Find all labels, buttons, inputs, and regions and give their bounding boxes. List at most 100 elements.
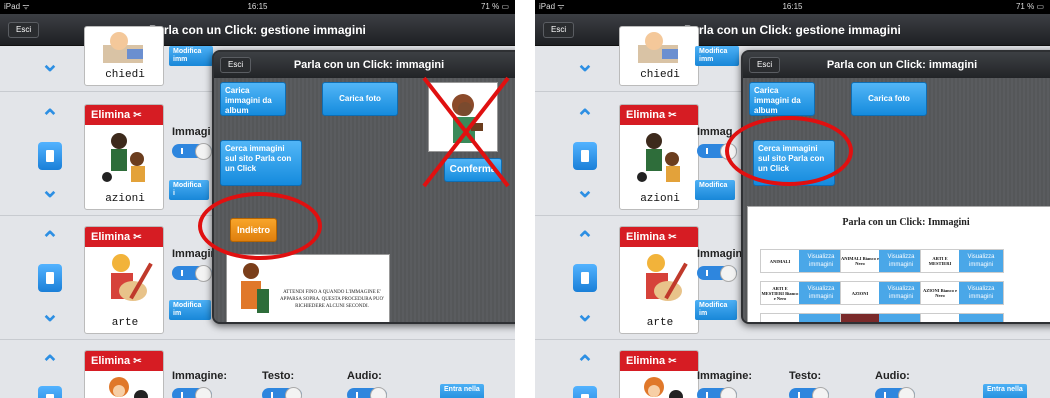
edit-image-button[interactable]: Modifica bbox=[695, 180, 735, 200]
category-tile[interactable] bbox=[760, 313, 844, 322]
category-tile[interactable]: ANIMALI Visualizza immagini bbox=[760, 249, 844, 273]
popover-header: Esci Parla con un Click: immagini bbox=[743, 52, 1050, 78]
category-tile[interactable]: BAMBINI E F bbox=[840, 313, 924, 322]
notice-text: ATTENDI FINO A QUANDO L'IMMAGINE E' APPA… bbox=[279, 290, 385, 309]
audio-label: Audio: bbox=[875, 370, 910, 382]
scissors-icon: ✂ bbox=[668, 356, 677, 367]
view-images-button[interactable] bbox=[799, 314, 843, 322]
delete-label: Elimina bbox=[626, 109, 666, 121]
category-tile[interactable]: ARTI E MESTIERI Visualizza immagini bbox=[920, 249, 1004, 273]
copy-icon[interactable] bbox=[38, 386, 62, 398]
image-toggle[interactable] bbox=[172, 143, 212, 160]
card-label: chiedi bbox=[640, 69, 680, 81]
view-images-button[interactable]: Visualizza immagini bbox=[879, 282, 923, 304]
image-toggle[interactable] bbox=[172, 387, 212, 398]
view-images-button[interactable] bbox=[879, 314, 923, 322]
category-tile[interactable]: ARTI E MESTIERI Bianco e Nero Visualizza… bbox=[760, 281, 844, 305]
delete-button[interactable]: Elimina ✂ bbox=[620, 105, 698, 125]
enter-button[interactable]: Entra nella bbox=[983, 384, 1027, 398]
text-toggle[interactable] bbox=[262, 387, 302, 398]
chevron-down-icon[interactable]: ⌄ bbox=[572, 53, 598, 75]
copy-icon[interactable] bbox=[573, 264, 597, 292]
view-images-button[interactable]: Visualizza immagini bbox=[799, 282, 843, 304]
load-photo-button[interactable]: Carica foto bbox=[851, 82, 927, 116]
chevron-up-icon[interactable]: ⌃ bbox=[572, 107, 598, 129]
chevron-up-icon[interactable]: ⌃ bbox=[37, 229, 63, 251]
art-picture bbox=[111, 254, 153, 301]
copy-icon[interactable] bbox=[573, 386, 597, 398]
image-card: Elimina ✂ arte bbox=[84, 226, 164, 334]
delete-button[interactable]: Elimina ✂ bbox=[85, 105, 163, 125]
teacher-picture bbox=[241, 263, 269, 313]
audio-toggle[interactable] bbox=[347, 387, 387, 398]
category-name bbox=[921, 314, 959, 322]
search-site-button[interactable]: Cerca immagini sul sito Parla con un Cli… bbox=[220, 140, 302, 186]
category-tile[interactable] bbox=[920, 313, 1004, 322]
image-toggle[interactable] bbox=[697, 387, 737, 398]
category-name: ANIMALI Bianco e Nero bbox=[841, 256, 879, 266]
edit-image-button[interactable]: Modifica i bbox=[169, 180, 209, 200]
chevron-down-icon[interactable]: ⌄ bbox=[37, 303, 63, 325]
load-album-button[interactable]: Carica immagini da album bbox=[749, 82, 815, 116]
image-card: Elimina ✂ bbox=[84, 350, 164, 398]
card-label: arte bbox=[111, 317, 139, 329]
chevron-down-icon[interactable]: ⌄ bbox=[572, 179, 598, 201]
chevron-down-icon[interactable]: ⌄ bbox=[37, 53, 63, 75]
view-images-button[interactable]: Visualizza immagini bbox=[959, 250, 1003, 272]
image-label: Immagi bbox=[172, 126, 211, 138]
clock: 16:15 bbox=[247, 2, 268, 11]
image-card: Elimina ✂ azioni bbox=[84, 104, 164, 210]
edit-image-button[interactable]: Modifica imm bbox=[695, 46, 739, 66]
category-tile[interactable]: AZIONI Bianco e Nero Visualizza immagini bbox=[920, 281, 1004, 305]
scissors-icon: ✂ bbox=[133, 356, 142, 367]
chevron-up-icon[interactable]: ⌃ bbox=[37, 107, 63, 129]
edit-image-button[interactable]: Modifica im bbox=[695, 300, 737, 320]
copy-icon[interactable] bbox=[573, 142, 597, 170]
image-label: Immagin bbox=[697, 248, 743, 260]
chevron-down-icon[interactable]: ⌄ bbox=[37, 179, 63, 201]
view-images-button[interactable]: Visualizza immagini bbox=[799, 250, 843, 272]
text-toggle[interactable] bbox=[789, 387, 829, 398]
list-item: ⌃ Elimina ✂ Immagine: Testo: Audio: Entr… bbox=[535, 342, 1050, 398]
image-card: chiedi bbox=[619, 26, 699, 86]
website-panel[interactable]: Parla con un Click: Immagini ANIMALI Vis… bbox=[747, 206, 1050, 322]
delete-button[interactable]: Elimina ✂ bbox=[620, 227, 698, 247]
edit-image-button[interactable]: Modifica im bbox=[169, 300, 211, 320]
image-label: Immagine: bbox=[172, 370, 228, 382]
delete-button[interactable]: Elimina ✂ bbox=[85, 227, 163, 247]
status-bar: iPad ᯤ 16:15 71 % ▭ bbox=[0, 0, 515, 14]
view-images-button[interactable] bbox=[959, 314, 1003, 322]
audio-label: Audio: bbox=[347, 370, 382, 382]
chevron-up-icon[interactable]: ⌃ bbox=[572, 229, 598, 251]
view-images-button[interactable]: Visualizza immagini bbox=[959, 282, 1003, 304]
popover-title: Parla con un Click: immagini bbox=[826, 59, 978, 71]
person-picture bbox=[109, 377, 148, 398]
chevron-up-icon[interactable]: ⌃ bbox=[37, 353, 63, 375]
copy-icon[interactable] bbox=[38, 264, 62, 292]
delete-button[interactable]: Elimina ✂ bbox=[85, 351, 163, 371]
left-screenshot: iPad ᯤ 16:15 71 % ▭ Esci Parla con un Cl… bbox=[0, 0, 515, 398]
image-card: Elimina ✂ bbox=[619, 350, 699, 398]
delete-button[interactable]: Elimina ✂ bbox=[620, 351, 698, 371]
chevron-down-icon[interactable]: ⌄ bbox=[572, 303, 598, 325]
highlight-ellipse bbox=[198, 192, 322, 260]
copy-icon[interactable] bbox=[38, 142, 62, 170]
chevron-up-icon[interactable]: ⌃ bbox=[572, 353, 598, 375]
category-tile[interactable]: AZIONI Visualizza immagini bbox=[840, 281, 924, 305]
image-toggle[interactable] bbox=[697, 265, 737, 282]
status-bar: iPad ᯤ 16:15 71 % ▭ bbox=[535, 0, 1050, 14]
edit-image-button[interactable]: Modifica imm bbox=[169, 46, 213, 66]
card-label: azioni bbox=[105, 193, 145, 205]
clock: 16:15 bbox=[782, 2, 803, 11]
image-toggle[interactable] bbox=[172, 265, 212, 282]
load-photo-button[interactable]: Carica foto bbox=[322, 82, 398, 116]
scissors-icon: ✂ bbox=[668, 232, 677, 243]
category-name: BAMBINI E F bbox=[841, 314, 879, 322]
enter-button[interactable]: Entra nella bbox=[440, 384, 484, 398]
load-album-button[interactable]: Carica immagini da album bbox=[220, 82, 286, 116]
image-label: Immagine: bbox=[697, 370, 753, 382]
list-item: ⌃ Elimina ✂ Immagine: Testo: Audio: Entr… bbox=[0, 342, 515, 398]
category-tile[interactable]: ANIMALI Bianco e Nero Visualizza immagin… bbox=[840, 249, 924, 273]
view-images-button[interactable]: Visualizza immagini bbox=[879, 250, 923, 272]
audio-toggle[interactable] bbox=[875, 387, 915, 398]
